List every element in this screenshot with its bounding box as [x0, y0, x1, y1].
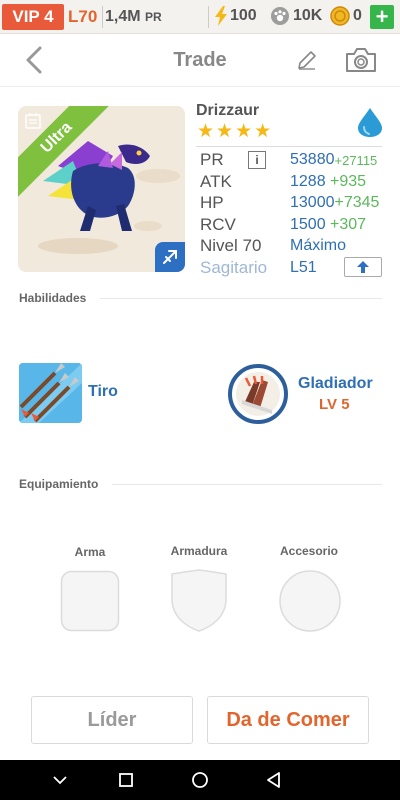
- stat-value-sign: L51: [290, 259, 317, 276]
- camera-icon[interactable]: [344, 47, 378, 73]
- divider: [208, 6, 209, 28]
- stat-label-level: Nivel 70: [200, 236, 262, 255]
- armor-slot[interactable]: [169, 569, 229, 633]
- stat-value-level: Máximo: [290, 237, 347, 254]
- abilities-section-label: Habilidades: [19, 291, 87, 305]
- gladiator-trait-icon[interactable]: [228, 364, 288, 424]
- star-icon: ★: [235, 121, 253, 142]
- weapon-slot-label: Arma: [74, 545, 106, 559]
- trait-level: LV 5: [319, 396, 350, 413]
- divider: [100, 298, 382, 299]
- chevron-down-icon[interactable]: [50, 770, 70, 790]
- trait-name[interactable]: Gladiador: [298, 375, 373, 393]
- star-icon: ★: [197, 121, 215, 142]
- paw-icon: [271, 7, 289, 25]
- accessory-slot[interactable]: [278, 569, 342, 633]
- star-rating: ★ ★ ★ ★: [197, 122, 271, 141]
- stat-label-atk: ATK: [200, 172, 232, 191]
- system-navigation-bar: [0, 760, 400, 800]
- player-level: L70: [68, 7, 98, 26]
- pencil-icon[interactable]: [296, 49, 318, 71]
- food-counter[interactable]: 10K: [270, 6, 322, 26]
- energy-counter[interactable]: 100: [214, 6, 257, 26]
- status-bar: VIP 4 L70 1,4M PR 100 10K 0 +: [0, 0, 400, 34]
- feed-button[interactable]: Da de Comer: [207, 696, 369, 744]
- stat-label-pr: PR: [200, 150, 224, 169]
- divider: [112, 484, 382, 485]
- stat-value-atk: 1288 +935: [290, 173, 367, 190]
- vip-badge[interactable]: VIP 4: [2, 4, 64, 30]
- player-power: 1,4M PR: [105, 8, 162, 25]
- weapon-slot[interactable]: [60, 570, 120, 632]
- gold-counter[interactable]: 0: [330, 6, 362, 26]
- add-currency-button[interactable]: +: [370, 5, 394, 29]
- water-element-icon: [358, 108, 382, 137]
- stat-value-hp: 13000 +7345: [290, 194, 380, 211]
- skill-name[interactable]: Tiro: [88, 383, 118, 401]
- upgrade-sign-button[interactable]: [344, 257, 382, 277]
- accessory-slot-label: Accesorio: [279, 544, 339, 558]
- monster-portrait[interactable]: Ultra: [18, 106, 185, 272]
- recent-apps-icon[interactable]: [116, 770, 136, 790]
- home-icon[interactable]: [190, 770, 210, 790]
- lightning-icon: [215, 6, 227, 26]
- monster-name: Drizzaur: [196, 102, 260, 119]
- arrow-up-icon: [357, 261, 369, 273]
- leader-button[interactable]: Líder: [31, 696, 193, 744]
- back-icon[interactable]: [264, 770, 284, 790]
- star-icon: ★: [216, 121, 234, 142]
- arrows-icon: [19, 363, 82, 423]
- page-title: Trade: [173, 49, 227, 71]
- armor-slot-label: Armadura: [170, 544, 228, 558]
- info-button[interactable]: i: [248, 151, 266, 169]
- card-icon: [25, 113, 41, 129]
- stat-label-hp: HP: [200, 193, 224, 212]
- stat-label-rcv: RCV: [200, 215, 236, 234]
- stat-value-rcv: 1500 +307: [290, 216, 367, 233]
- stat-label-sign: Sagitario: [200, 258, 268, 277]
- divider: [102, 6, 103, 28]
- divider: [196, 146, 382, 147]
- page-header: Trade: [0, 35, 400, 87]
- coin-icon: [330, 6, 350, 26]
- star-icon: ★: [254, 121, 272, 142]
- skill-tiro-icon[interactable]: [19, 363, 82, 423]
- equipment-section-label: Equipamiento: [19, 477, 99, 491]
- sagittarius-sign-badge: [155, 242, 185, 272]
- sagittarius-icon: [163, 250, 177, 264]
- stat-value-pr: 53880 +27115: [290, 151, 378, 168]
